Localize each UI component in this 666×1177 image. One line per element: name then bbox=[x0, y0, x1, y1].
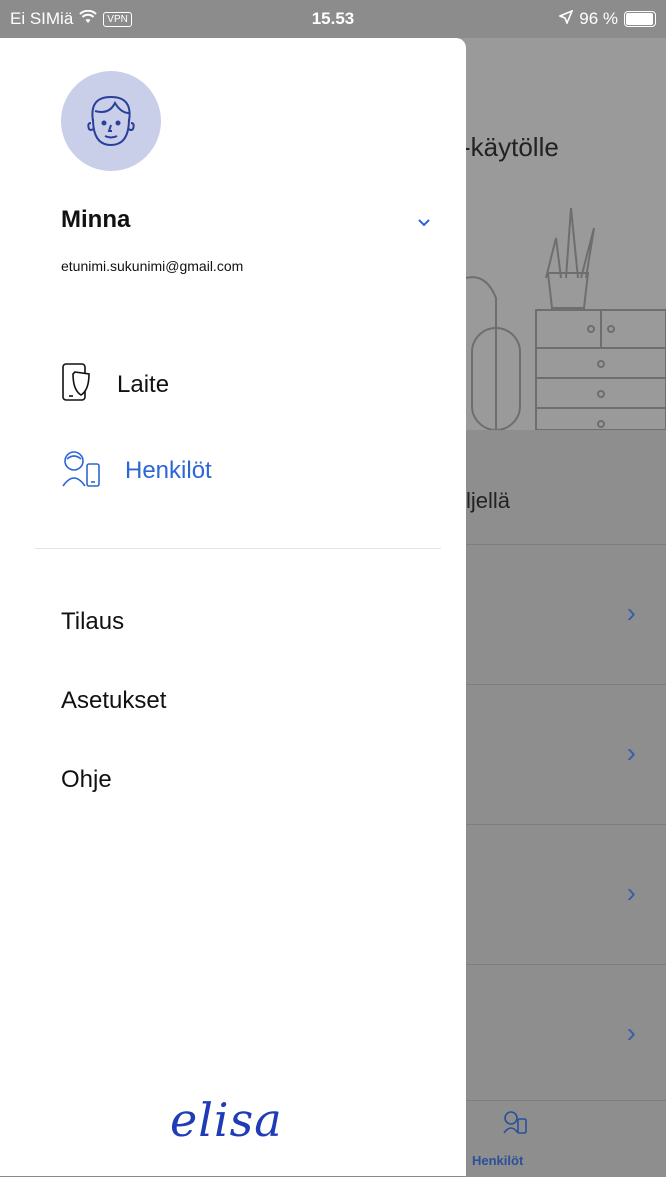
people-icon bbox=[502, 1109, 528, 1140]
chevron-right-icon: › bbox=[626, 1017, 636, 1048]
chevron-right-icon: › bbox=[626, 737, 636, 768]
background-title: -käytölle bbox=[462, 132, 559, 162]
menu-item-tilaus[interactable]: Tilaus bbox=[61, 608, 124, 636]
chevron-right-icon: › bbox=[626, 597, 636, 628]
furniture-illustration bbox=[465, 198, 666, 435]
status-right: 96 % bbox=[558, 9, 656, 29]
elisa-logo: elisa bbox=[170, 1093, 283, 1147]
background-row: › bbox=[466, 684, 666, 825]
background-tab-label: Henkilöt bbox=[472, 1153, 524, 1168]
nav-label-laite: Laite bbox=[117, 371, 170, 398]
location-arrow-icon bbox=[558, 9, 574, 29]
user-name[interactable]: Minna bbox=[61, 206, 130, 234]
background-row: › bbox=[466, 824, 666, 965]
people-icon bbox=[61, 448, 103, 495]
user-face-icon bbox=[87, 95, 135, 147]
chevron-down-icon[interactable] bbox=[417, 212, 431, 233]
status-bar: Ei SIMiä VPN 15.53 96 % bbox=[0, 0, 666, 38]
background-list: ljellä › › › › bbox=[466, 430, 666, 1176]
nav-label-henkilot: Henkilöt bbox=[125, 457, 212, 484]
battery-icon bbox=[624, 11, 656, 27]
menu-item-ohje[interactable]: Ohje bbox=[61, 766, 112, 794]
user-email: etunimi.sukunimi@gmail.com bbox=[61, 258, 244, 274]
chevron-right-icon: › bbox=[626, 877, 636, 908]
divider bbox=[35, 548, 441, 549]
background-row-text: ljellä bbox=[466, 488, 511, 513]
background-row: › bbox=[466, 544, 666, 685]
side-drawer: Minna etunimi.sukunimi@gmail.com Laite H… bbox=[0, 38, 466, 1176]
battery-percentage: 96 % bbox=[579, 9, 618, 28]
menu-item-asetukset[interactable]: Asetukset bbox=[61, 687, 166, 715]
nav-item-laite[interactable]: Laite bbox=[61, 362, 170, 409]
phone-shield-icon bbox=[61, 362, 95, 409]
background-row: › bbox=[466, 964, 666, 1105]
avatar[interactable] bbox=[61, 71, 161, 171]
nav-item-henkilot[interactable]: Henkilöt bbox=[61, 449, 212, 493]
background-tab-bar: Henkilöt bbox=[466, 1100, 666, 1177]
